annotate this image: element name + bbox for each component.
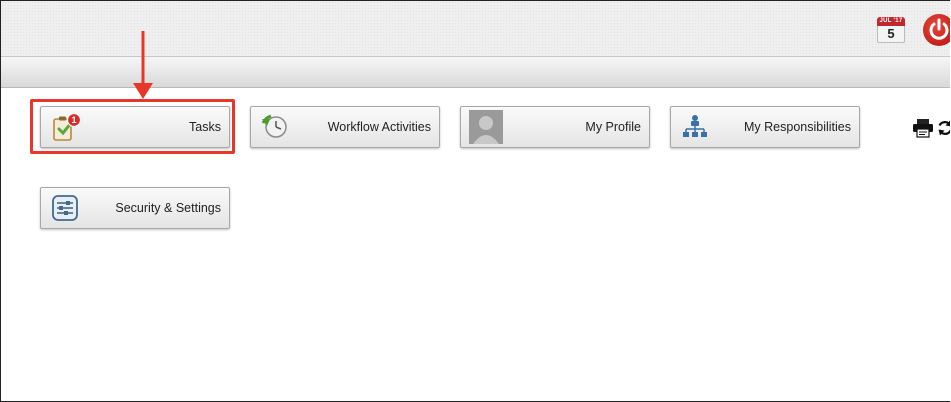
app-window: JUL '17 5 1 Tasks Workflow Activities My… [0,0,950,402]
security-settings-label: Security & Settings [115,201,221,215]
settings-sliders-icon [51,194,79,222]
security-settings-tile[interactable]: Security & Settings [40,187,230,229]
my-profile-label: My Profile [585,120,641,134]
my-profile-tile[interactable]: My Profile [460,106,650,148]
workflow-activities-tile[interactable]: Workflow Activities [250,106,440,148]
calendar-day: 5 [877,26,905,43]
workflow-activities-label: Workflow Activities [327,120,431,134]
my-responsibilities-tile[interactable]: My Responsibilities [670,106,860,148]
down-arrow-annotation [131,31,155,106]
refresh-icon[interactable] [936,119,950,142]
my-responsibilities-label: My Responsibilities [744,120,851,134]
tasks-highlight-box [30,99,235,154]
printer-icon[interactable] [912,118,934,143]
calendar-month-year: JUL '17 [877,17,905,26]
profile-avatar-icon [469,110,503,144]
org-chart-icon [681,113,709,141]
power-icon[interactable] [923,14,950,46]
calendar-icon[interactable]: JUL '17 5 [877,17,905,43]
workflow-clock-icon [261,113,289,141]
